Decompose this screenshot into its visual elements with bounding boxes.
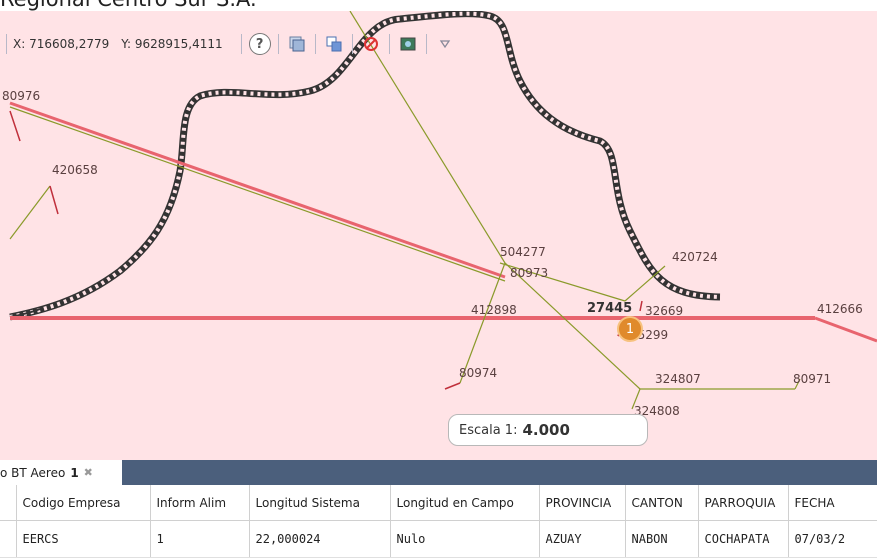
toolbar-separator	[277, 34, 279, 54]
map-label-504277: 504277	[500, 245, 546, 259]
tab-label: o BT Aereo	[0, 465, 66, 480]
table-row[interactable]: EERCS 1 22,000024 Nulo AZUAY NABON COCHA…	[0, 520, 877, 558]
column-header[interactable]: PARROQUIA	[698, 485, 789, 521]
table-cell: COCHAPATA	[698, 520, 789, 558]
layers-button[interactable]	[285, 32, 309, 56]
map-label-80973: 80973	[510, 266, 549, 280]
results-tabbar: o BT Aereo 1 ✖	[0, 460, 877, 485]
red-segment-1	[49, 185, 59, 215]
red-line-diagonal	[9, 101, 506, 279]
row-selector-header	[0, 485, 17, 521]
app-header: Regional Centro Sur S.A.	[0, 0, 877, 11]
table-cell: Nulo	[390, 520, 540, 558]
olive-line-5	[624, 265, 666, 302]
red-line-right	[814, 316, 877, 343]
cluster-marker[interactable]: 1	[617, 316, 643, 342]
olive-line-3	[459, 262, 506, 384]
toolbar-separator	[240, 34, 242, 54]
table-cell: 22,000024	[249, 520, 391, 558]
map-label-27445: 27445	[587, 301, 633, 316]
column-header[interactable]: FECHA	[788, 485, 877, 521]
toolbar-separator	[6, 34, 7, 54]
table-header-row: Codigo Empresa Inform Alim Longitud Sist…	[0, 485, 877, 521]
y-coordinate: Y: 9628915,4111	[121, 37, 223, 51]
map-toolbar: X: 716608,2779 Y: 9628915,4111 ?	[0, 29, 560, 59]
column-header[interactable]: Longitud Sistema	[249, 485, 391, 521]
layers-icon	[289, 36, 305, 52]
image-icon	[400, 37, 416, 51]
column-header[interactable]: CANTON	[625, 485, 699, 521]
map-label-412898: 412898	[471, 303, 517, 317]
toolbar-separator	[425, 34, 427, 54]
toolbar-separator	[388, 34, 390, 54]
chevron-down-icon	[439, 40, 450, 49]
toolbar-separator	[351, 34, 353, 54]
scale-label: Escala 1:	[459, 422, 518, 438]
map-label-412666: 412666	[817, 302, 863, 316]
clear-icon	[363, 37, 378, 51]
red-segment-3	[444, 382, 461, 390]
toolbar-separator	[314, 34, 316, 54]
overlap-icon	[326, 36, 342, 52]
table-cell: 07/03/2	[788, 520, 877, 558]
red-segment-5	[639, 300, 643, 312]
image-button[interactable]	[396, 32, 420, 56]
road-outline	[9, 11, 721, 321]
map-label-80974: 80974	[459, 366, 498, 380]
column-header[interactable]: PROVINCIA	[539, 485, 626, 521]
table-cell: EERCS	[16, 520, 151, 558]
more-options-button[interactable]	[433, 32, 457, 56]
map-viewport[interactable]: X: 716608,2779 Y: 9628915,4111 ? 80976 4…	[0, 11, 877, 460]
scale-value: 4.000	[522, 421, 570, 439]
help-button[interactable]: ?	[248, 32, 272, 56]
map-label-420724: 420724	[672, 250, 718, 264]
map-label-324807: 324807	[655, 372, 701, 386]
map-features[interactable]	[0, 11, 877, 460]
results-table: Codigo Empresa Inform Alim Longitud Sist…	[0, 485, 877, 558]
olive-line-8	[9, 185, 51, 240]
overlap-button[interactable]	[322, 32, 346, 56]
map-label-420658: 420658	[52, 163, 98, 177]
table-cell: 1	[150, 520, 250, 558]
app-title: Regional Centro Sur S.A.	[0, 0, 257, 11]
tab-bt-aereo[interactable]: o BT Aereo 1 ✖	[0, 460, 122, 485]
tab-count: 1	[70, 465, 79, 480]
clear-button[interactable]	[359, 32, 383, 56]
column-header[interactable]: Codigo Empresa	[16, 485, 151, 521]
scale-indicator: Escala 1: 4.000	[448, 414, 648, 446]
olive-line-diagonal	[9, 106, 506, 282]
table-cell: NABON	[625, 520, 699, 558]
map-label-80971: 80971	[793, 372, 832, 386]
table-cell: AZUAY	[539, 520, 626, 558]
help-icon: ?	[248, 33, 271, 55]
row-selector[interactable]	[0, 520, 17, 558]
map-label-80976: 80976	[2, 89, 41, 103]
close-icon[interactable]: ✖	[84, 466, 93, 479]
column-header[interactable]: Inform Alim	[150, 485, 250, 521]
map-label-32669: 32669	[645, 304, 684, 318]
column-header[interactable]: Longitud en Campo	[390, 485, 540, 521]
red-segment-2	[9, 110, 21, 142]
x-coordinate: X: 716608,2779	[13, 37, 110, 51]
